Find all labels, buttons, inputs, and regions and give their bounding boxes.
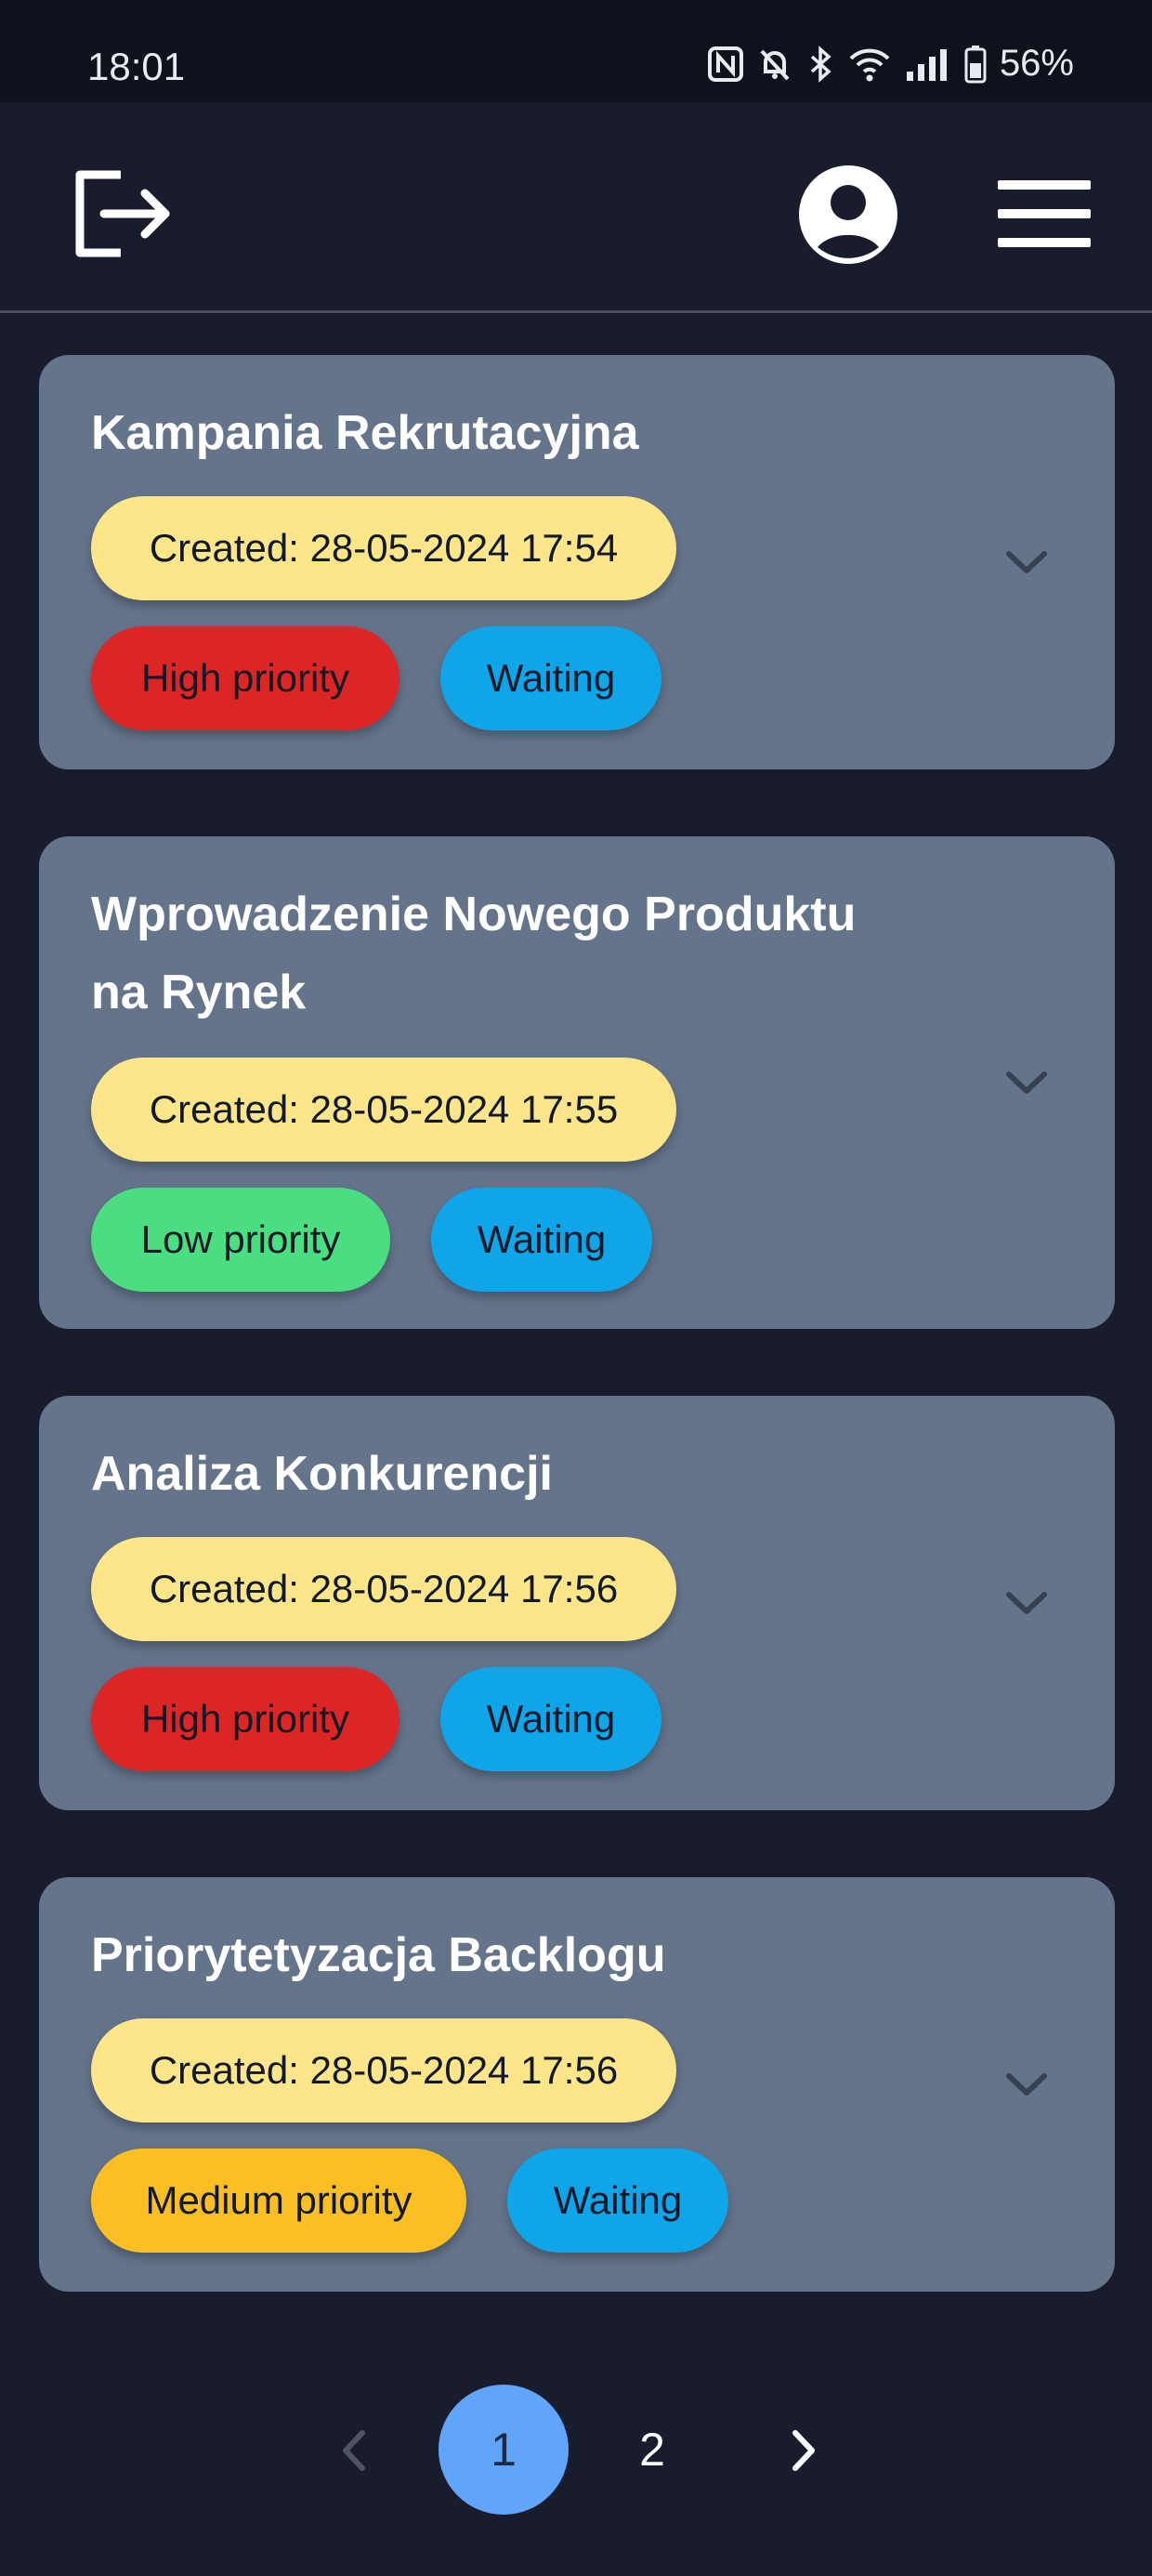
logout-icon[interactable] [72, 167, 175, 260]
chevron-left-icon[interactable] [334, 2427, 372, 2474]
chevron-down-icon[interactable] [1003, 1589, 1050, 1617]
status-badge: Waiting [440, 1667, 661, 1771]
signal-icon [906, 48, 947, 81]
status-time: 18:01 [87, 45, 186, 88]
chevron-down-icon[interactable] [1003, 2070, 1050, 2098]
status-badge: Waiting [431, 1188, 652, 1292]
status-icons: 56% [707, 43, 1074, 85]
created-date-badge: Created: 28-05-2024 17:54 [91, 496, 676, 600]
priority-badge: Low priority [91, 1188, 390, 1292]
chevron-down-icon[interactable] [1003, 1069, 1050, 1097]
user-avatar-icon[interactable] [799, 165, 897, 264]
created-date-badge: Created: 28-05-2024 17:56 [91, 2018, 676, 2123]
task-title: Kampania Rekrutacyjna [91, 406, 639, 460]
task-card[interactable]: Wprowadzenie Nowego Produktu na Rynek Cr… [39, 836, 1115, 1329]
nfc-icon [707, 46, 743, 82]
created-date-badge: Created: 28-05-2024 17:56 [91, 1537, 676, 1641]
priority-badge: High priority [91, 626, 399, 730]
page-button-1[interactable]: 1 [439, 2385, 569, 2515]
status-bar: 18:01 56% [0, 0, 1152, 102]
task-title: Priorytetyzacja Backlogu [91, 1928, 666, 1982]
page-button-2[interactable]: 2 [587, 2385, 717, 2515]
task-title: Analiza Konkurencji [91, 1447, 553, 1501]
bluetooth-icon [810, 45, 831, 83]
priority-badge: Medium priority [91, 2149, 466, 2253]
battery-percent: 56% [999, 43, 1074, 84]
task-card[interactable]: Kampania Rekrutacyjna Created: 28-05-202… [39, 355, 1115, 769]
priority-badge: High priority [91, 1667, 399, 1771]
created-date-badge: Created: 28-05-2024 17:55 [91, 1058, 676, 1162]
hamburger-menu-icon[interactable] [998, 180, 1091, 247]
app-bar [0, 102, 1152, 313]
pagination: 1 2 [0, 2385, 1152, 2515]
chevron-down-icon[interactable] [1003, 548, 1050, 576]
wifi-icon [849, 48, 890, 81]
status-badge: Waiting [440, 626, 661, 730]
battery-icon [964, 45, 987, 83]
notifications-muted-icon [760, 49, 790, 80]
status-badge: Waiting [507, 2149, 728, 2253]
task-card[interactable]: Priorytetyzacja Backlogu Created: 28-05-… [39, 1877, 1115, 2292]
task-card[interactable]: Analiza Konkurencji Created: 28-05-2024 … [39, 1396, 1115, 1810]
task-title: Wprowadzenie Nowego Produktu na Rynek [91, 887, 857, 1019]
chevron-right-icon[interactable] [786, 2427, 823, 2474]
